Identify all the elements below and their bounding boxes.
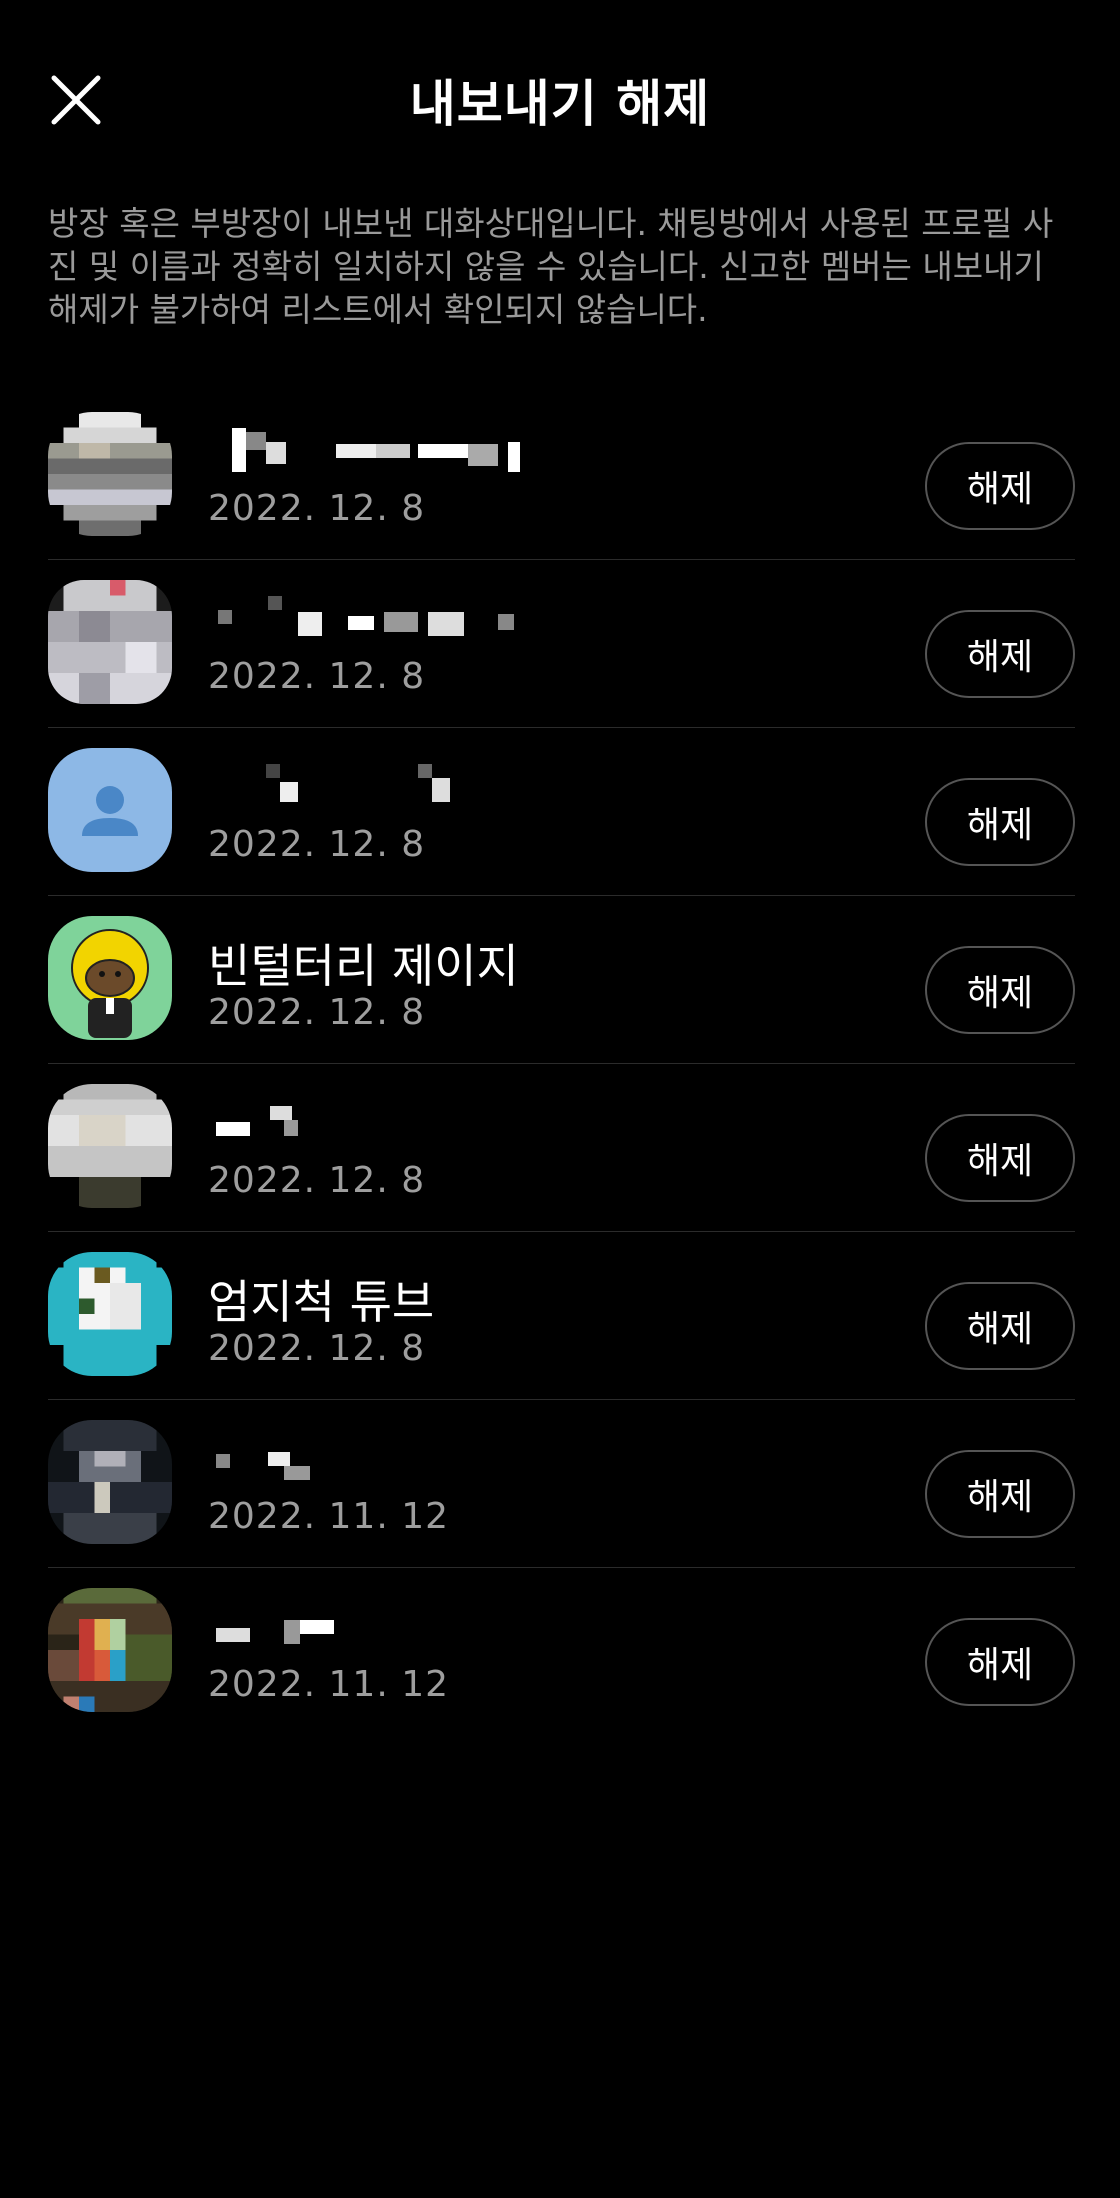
unblock-button[interactable]: 해제 [925,1618,1075,1706]
unblock-button[interactable]: 해제 [925,778,1075,866]
list-item: 엄지척 튜브 2022. 12. 8 해제 [0,1232,1120,1400]
list-item: 2022. 12. 8 해제 [0,728,1120,896]
avatar [48,1420,172,1544]
unblock-button[interactable]: 해제 [925,1282,1075,1370]
member-date: 2022. 11. 12 [208,1496,450,1537]
avatar [48,748,172,872]
avatar [48,1084,172,1208]
member-date: 2022. 11. 12 [208,1664,450,1705]
list-item: 빈털터리 제이지 2022. 12. 8 해제 [0,896,1120,1064]
member-date: 2022. 12. 8 [208,1328,426,1369]
member-date: 2022. 12. 8 [208,656,426,697]
name-censored [218,596,514,636]
avatar [48,1588,172,1712]
name-censored [232,428,520,472]
name-censored [216,1106,298,1136]
list-item: 2022. 11. 12 해제 [0,1400,1120,1568]
unblock-button[interactable]: 해제 [925,1114,1075,1202]
person-icon [82,786,138,836]
member-date: 2022. 12. 8 [208,824,426,865]
member-date: 2022. 12. 8 [208,992,426,1033]
member-name: 빈털터리 제이지 [208,939,519,993]
unblock-button[interactable]: 해제 [925,442,1075,530]
unblock-button[interactable]: 해제 [925,946,1075,1034]
unblock-button[interactable]: 해제 [925,610,1075,698]
list-item: 2022. 12. 8 해제 [0,1064,1120,1232]
name-censored [216,1452,310,1480]
avatar [48,412,172,536]
list-item: 2022. 12. 8 해제 [0,560,1120,728]
member-date: 2022. 12. 8 [208,1160,426,1201]
header: 내보내기 해제 [0,0,1120,200]
character-icon [71,929,149,1038]
name-censored [266,764,450,802]
name-censored [216,1620,334,1644]
avatar [48,1252,172,1376]
member-name: 엄지척 튜브 [208,1275,435,1329]
avatar [48,580,172,704]
description-text: 방장 혹은 부방장이 내보낸 대화상대입니다. 채팅방에서 사용된 프로필 사진… [48,204,1054,329]
unblock-button[interactable]: 해제 [925,1450,1075,1538]
member-date: 2022. 12. 8 [208,488,426,529]
page-title: 내보내기 해제 [409,75,711,133]
list-item: 2022. 12. 8 해제 [0,392,1120,560]
member-list: 2022. 12. 8 해제 2022. 12. 8 해제 2022. 12. … [0,392,1120,1736]
avatar [48,916,172,1040]
list-item: 2022. 11. 12 해제 [0,1568,1120,1736]
